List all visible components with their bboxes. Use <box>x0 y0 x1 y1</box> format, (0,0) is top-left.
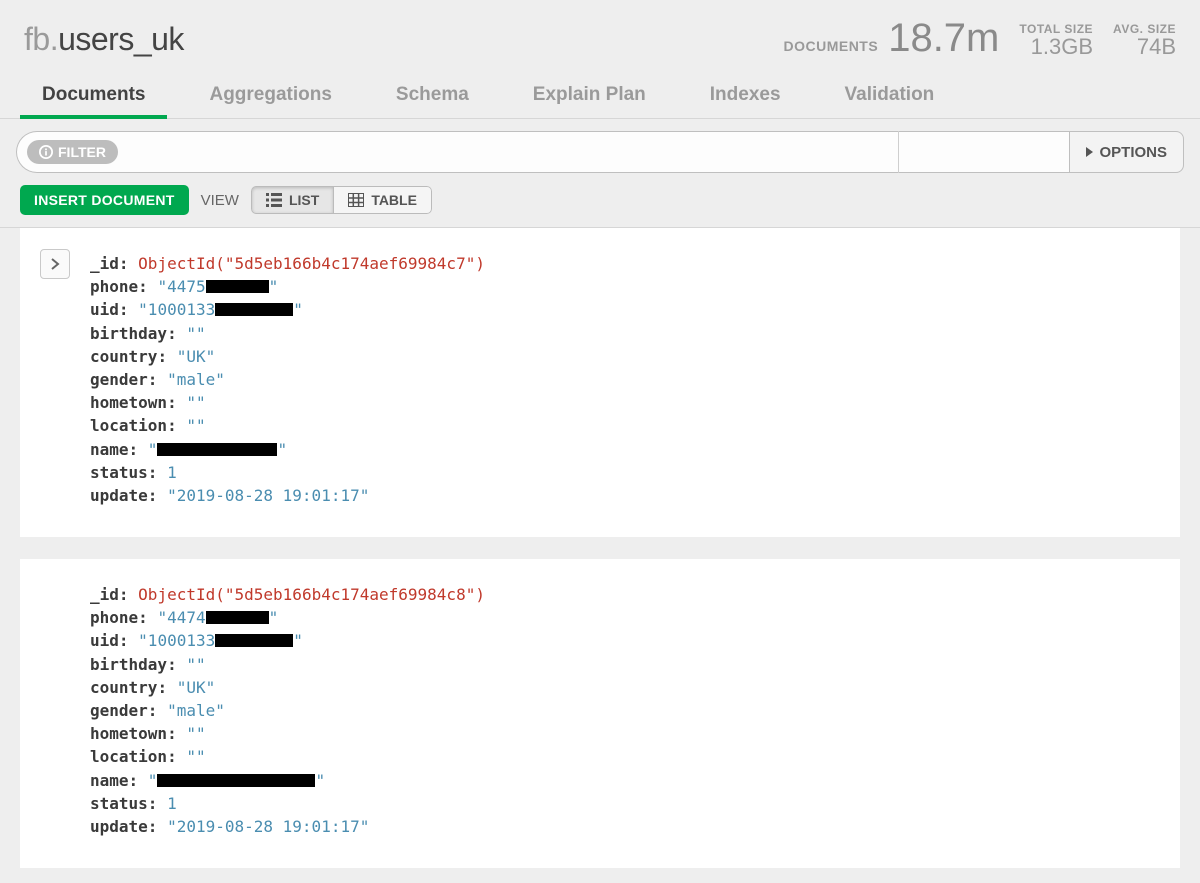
field-id: _id: ObjectId("5d5eb166b4c174aef69984c8"… <box>90 583 1160 606</box>
chevron-right-icon <box>50 258 60 270</box>
field-phone: phone: "4474" <box>90 606 1160 629</box>
stat-documents-value: 18.7m <box>888 18 999 58</box>
field-birthday: birthday: "" <box>90 653 1160 676</box>
view-label: VIEW <box>201 192 239 209</box>
insert-document-button[interactable]: INSERT DOCUMENT <box>20 185 189 215</box>
field-hometown: hometown: "" <box>90 722 1160 745</box>
stat-total-size-value: 1.3GB <box>1031 36 1093 58</box>
tab-aggregations[interactable]: Aggregations <box>177 72 363 118</box>
field-name: name: "" <box>90 769 1160 792</box>
document-row: _id: ObjectId("5d5eb166b4c174aef69984c7"… <box>20 228 1180 537</box>
field-update: update: "2019-08-28 19:01:17" <box>90 815 1160 838</box>
tab-indexes[interactable]: Indexes <box>678 72 813 118</box>
options-label: OPTIONS <box>1099 144 1167 161</box>
field-location: location: "" <box>90 745 1160 768</box>
field-update: update: "2019-08-28 19:01:17" <box>90 484 1160 507</box>
filter-chip[interactable]: FILTER <box>27 140 118 164</box>
stat-documents-label: DOCUMENTS <box>783 38 878 54</box>
redacted <box>215 303 293 316</box>
header-stats: DOCUMENTS 18.7m TOTAL SIZE 1.3GB AVG. SI… <box>783 18 1176 58</box>
tab-explain-plan[interactable]: Explain Plan <box>501 72 678 118</box>
filter-input[interactable] <box>118 143 889 161</box>
field-uid: uid: "1000133" <box>90 298 1160 321</box>
field-country: country: "UK" <box>90 676 1160 699</box>
field-uid: uid: "1000133" <box>90 629 1160 652</box>
field-birthday: birthday: "" <box>90 322 1160 345</box>
field-gender: gender: "male" <box>90 699 1160 722</box>
document-fields: _id: ObjectId("5d5eb166b4c174aef69984c8"… <box>90 583 1160 838</box>
tabs: Documents Aggregations Schema Explain Pl… <box>0 72 1200 119</box>
field-country: country: "UK" <box>90 345 1160 368</box>
tab-validation[interactable]: Validation <box>813 72 967 118</box>
caret-right-icon <box>1086 147 1093 157</box>
toolbar: INSERT DOCUMENT VIEW LIST TABLE <box>0 185 1200 228</box>
field-status: status: 1 <box>90 461 1160 484</box>
header: fb.users_uk DOCUMENTS 18.7m TOTAL SIZE 1… <box>0 0 1200 58</box>
db-sep: . <box>50 21 58 57</box>
field-id: _id: ObjectId("5d5eb166b4c174aef69984c7"… <box>90 252 1160 275</box>
redacted <box>215 634 293 647</box>
stat-documents: DOCUMENTS 18.7m <box>783 18 999 58</box>
stat-total-size: TOTAL SIZE 1.3GB <box>1019 22 1093 58</box>
redacted <box>206 611 269 624</box>
view-table-button[interactable]: TABLE <box>334 186 432 214</box>
tab-documents[interactable]: Documents <box>10 72 177 118</box>
field-phone: phone: "4475" <box>90 275 1160 298</box>
options-button[interactable]: OPTIONS <box>1069 131 1184 173</box>
redacted <box>206 280 269 293</box>
view-toggle: LIST TABLE <box>251 186 432 214</box>
field-location: location: "" <box>90 414 1160 437</box>
list-icon <box>266 193 282 207</box>
table-icon <box>348 193 364 207</box>
redacted <box>157 774 315 787</box>
view-list-button[interactable]: LIST <box>251 186 334 214</box>
collection-title: fb.users_uk <box>24 21 783 58</box>
field-hometown: hometown: "" <box>90 391 1160 414</box>
view-table-label: TABLE <box>371 192 417 208</box>
filter-bar: FILTER <box>16 131 898 173</box>
filter-chip-label: FILTER <box>58 144 106 160</box>
document-row: _id: ObjectId("5d5eb166b4c174aef69984c8"… <box>20 537 1180 868</box>
stat-avg-size: AVG. SIZE 74B <box>1113 22 1176 58</box>
field-name: name: "" <box>90 438 1160 461</box>
tab-schema[interactable]: Schema <box>364 72 501 118</box>
filter-row: FILTER OPTIONS <box>0 119 1200 185</box>
document-fields: _id: ObjectId("5d5eb166b4c174aef69984c7"… <box>90 252 1160 507</box>
expand-button[interactable] <box>40 249 70 279</box>
view-list-label: LIST <box>289 192 319 208</box>
db-name: fb <box>24 21 50 57</box>
field-status: status: 1 <box>90 792 1160 815</box>
stat-avg-size-value: 74B <box>1137 36 1176 58</box>
redacted <box>157 443 277 456</box>
field-gender: gender: "male" <box>90 368 1160 391</box>
info-icon <box>39 145 53 159</box>
collection-name: users_uk <box>58 21 184 57</box>
documents-list: _id: ObjectId("5d5eb166b4c174aef69984c7"… <box>20 228 1180 868</box>
filter-gap <box>899 131 1069 173</box>
